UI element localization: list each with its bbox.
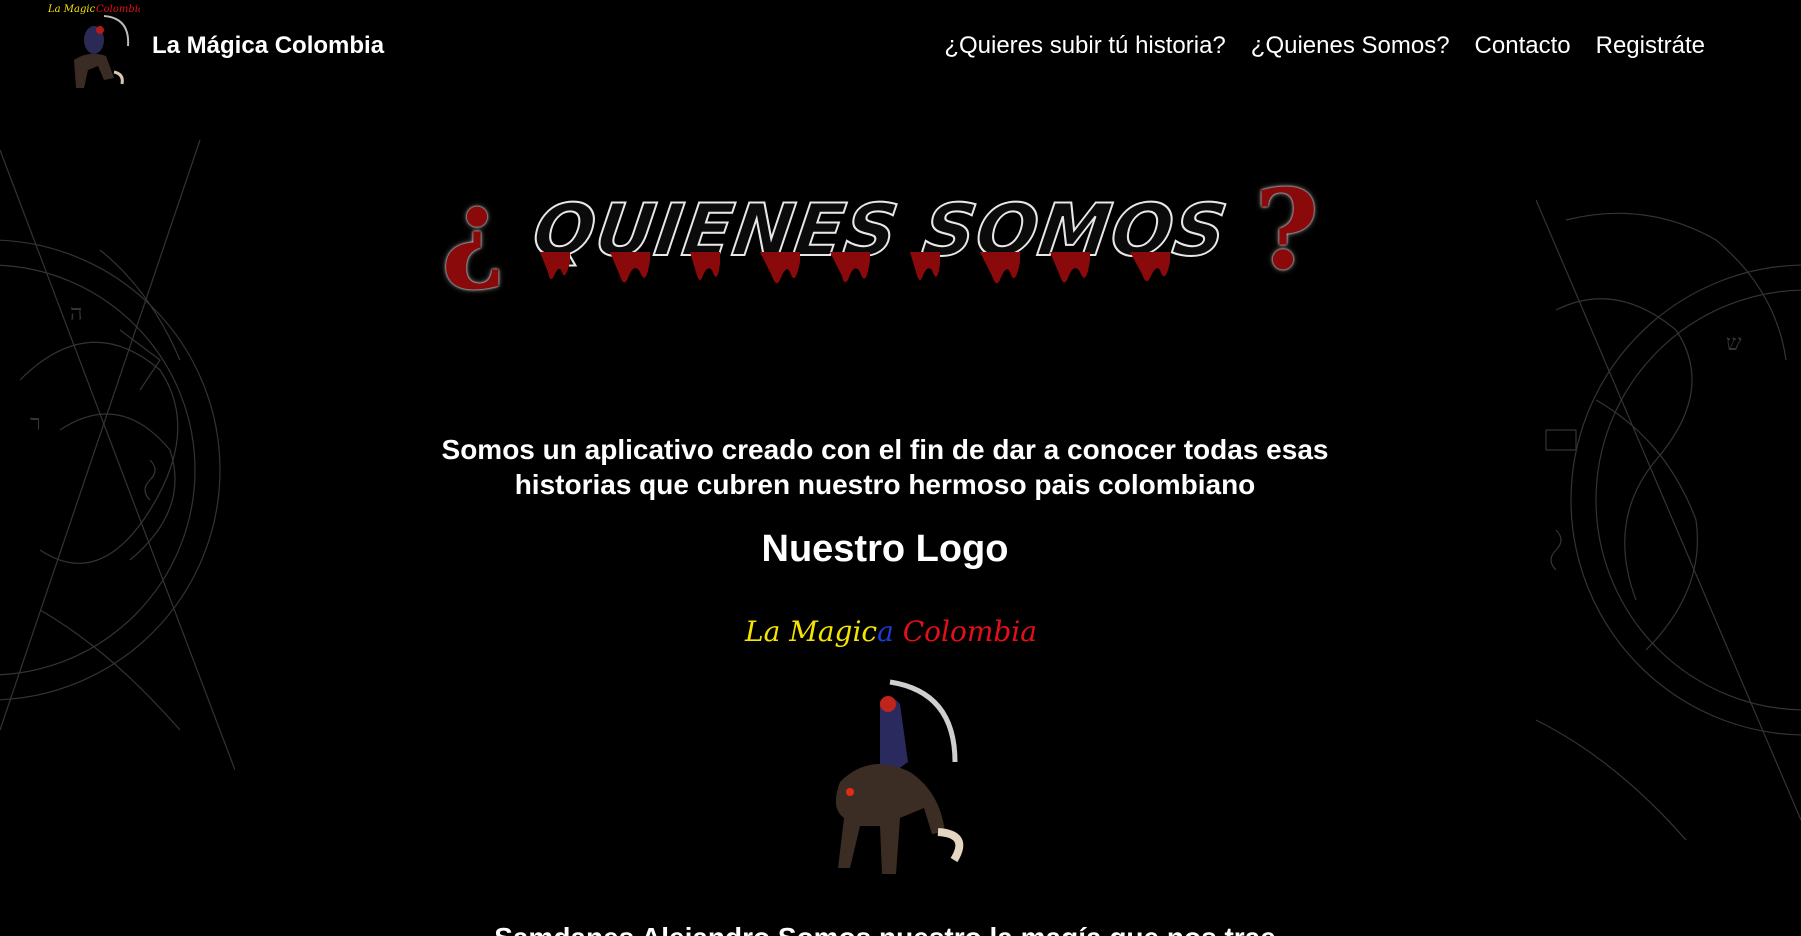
intro-line-2: historias que cubren nuestro hermoso pai… — [514, 469, 1256, 500]
nav-link-about-us[interactable]: ¿Quienes Somos? — [1251, 32, 1450, 60]
nav-links: ¿Quieres subir tú historia? ¿Quienes Som… — [944, 32, 1705, 60]
logo-section-heading: Nuestro Logo — [761, 528, 1009, 570]
nav-link-contact[interactable]: Contacto — [1475, 32, 1571, 60]
occult-art-right: ש — [1536, 200, 1801, 841]
intro-paragraph: Somos un aplicativo creado con el fin de… — [360, 432, 1410, 502]
blood-drips — [540, 252, 1170, 284]
svg-text:ש: ש — [1726, 331, 1742, 356]
svg-text:La Magic: La Magic — [47, 4, 96, 15]
occult-art-left: ה ר — [0, 139, 235, 771]
svg-text:Colombia: Colombia — [96, 4, 140, 15]
nav-link-register[interactable]: Registráte — [1596, 32, 1705, 60]
svg-text:ה: ה — [70, 301, 83, 326]
logo-caption-part-blue: a — [877, 615, 894, 648]
logo-caption-part-red: Colombia — [893, 615, 1037, 648]
svg-text:ר: ר — [30, 411, 41, 436]
nav-link-upload-story[interactable]: ¿Quieres subir tú historia? — [944, 32, 1225, 60]
cut-off-text: Samdanes Alejandro Somos nuestro la magí… — [360, 924, 1410, 936]
headless-rider-logo-icon[interactable]: La Magic Colombia — [44, 0, 140, 95]
logo-caption: La Magica Colombia — [745, 615, 1037, 648]
hero-heading: ¿ QUIENES SOMOS ? — [420, 160, 1340, 300]
intro-line-1: Somos un aplicativo creado con el fin de… — [441, 434, 1329, 465]
page: ה ר ש La Magic Colombia La Mágica Colomb… — [0, 0, 1801, 936]
navbar: La Magic Colombia La Mágica Colombia ¿Qu… — [0, 0, 1801, 95]
hero-open-question-mark: ¿ — [441, 165, 506, 294]
hero-close-question-mark: ? — [1254, 165, 1319, 294]
brand-name-link[interactable]: La Mágica Colombia — [152, 32, 384, 60]
la-magica-colombia-logo — [835, 679, 964, 874]
logo-caption-part-yellow: La Magic — [745, 615, 878, 648]
